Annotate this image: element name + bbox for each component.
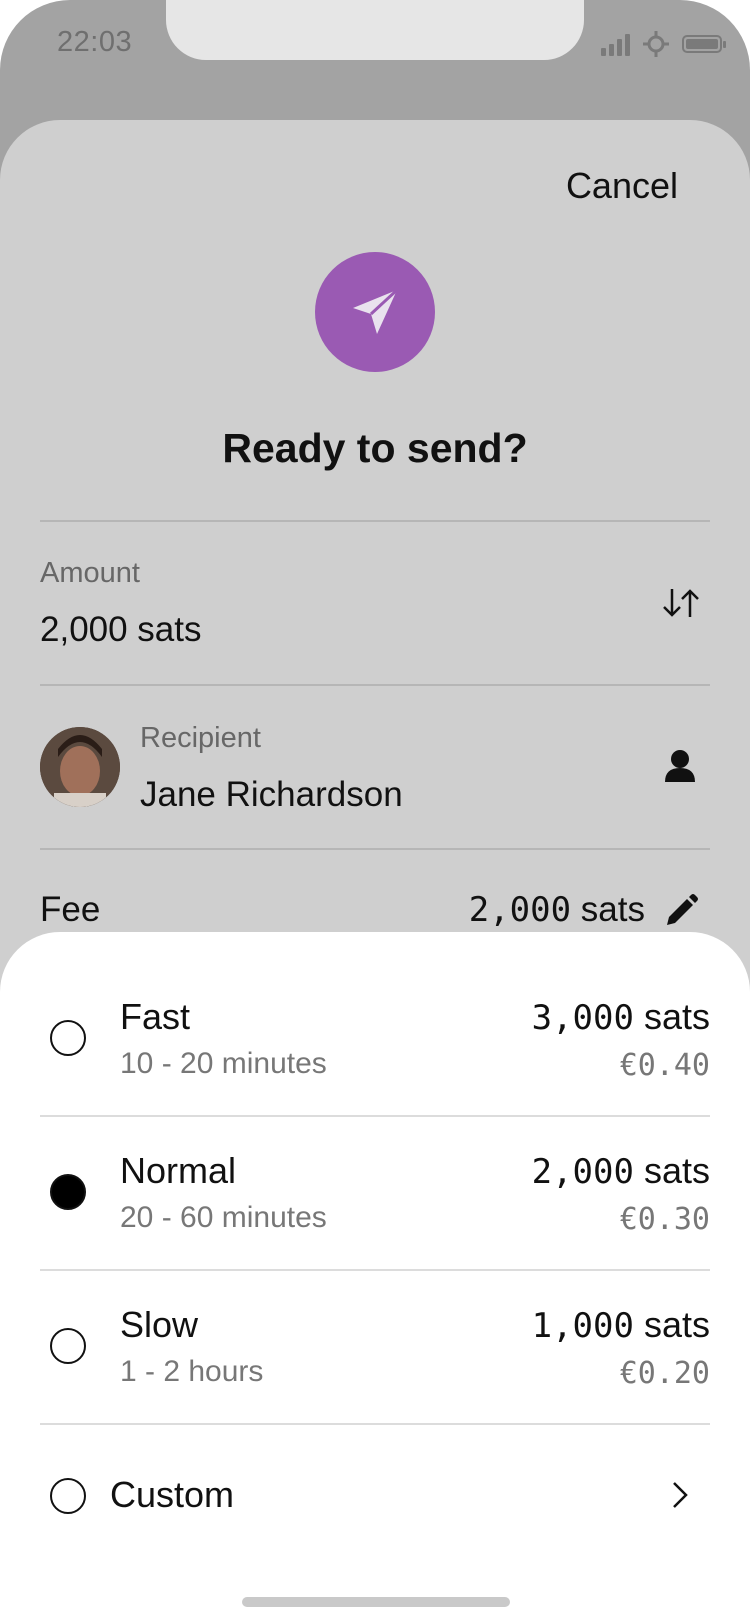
option-time: 20 - 60 minutes — [120, 1201, 327, 1234]
option-name: Fast — [120, 996, 191, 1037]
avatar — [40, 727, 120, 807]
cancel-button[interactable]: Cancel — [566, 165, 678, 207]
option-name: Custom — [110, 1474, 235, 1515]
recipient-label: Recipient — [140, 722, 261, 754]
option-sats-number: 3,000 — [531, 998, 634, 1038]
swap-icon[interactable] — [660, 585, 702, 621]
option-eur: €0.20 — [619, 1356, 710, 1391]
option-sats: 1,000 sats — [532, 1304, 710, 1346]
location-icon — [643, 31, 669, 57]
option-name: Slow — [120, 1304, 199, 1345]
divider — [40, 848, 710, 850]
fee-option-custom[interactable]: Custom — [0, 1424, 750, 1554]
chevron-right-icon[interactable] — [670, 1479, 690, 1511]
option-sats-unit: sats — [643, 1150, 710, 1191]
option-name: Normal — [120, 1150, 237, 1191]
amount-label: Amount — [40, 557, 140, 589]
status-icons — [601, 30, 726, 58]
divider — [40, 1269, 710, 1271]
send-icon — [353, 288, 399, 334]
send-badge — [315, 252, 435, 372]
option-sats-number: 1,000 — [531, 1306, 634, 1346]
option-sats-unit: sats — [643, 1304, 710, 1345]
radio-button[interactable] — [50, 1328, 86, 1364]
radio-button[interactable] — [50, 1478, 86, 1514]
fee-options-sheet: Fast 10 - 20 minutes 3,000 sats €0.40 No… — [0, 932, 750, 1624]
fee-value-unit: sats — [580, 890, 645, 929]
divider — [40, 1115, 710, 1117]
fee-label: Fee — [40, 890, 101, 929]
option-eur: €0.30 — [619, 1202, 710, 1237]
fee-value-number: 2,000 — [468, 890, 572, 930]
recipient-name: Jane Richardson — [140, 775, 403, 814]
person-icon[interactable] — [663, 748, 697, 784]
option-eur: €0.40 — [619, 1048, 710, 1083]
phone-frame: 22:03 Cancel Ready to send? Amount 2,000… — [0, 0, 750, 1624]
radio-button[interactable] — [50, 1020, 86, 1056]
amount-value: 2,000 sats — [40, 610, 202, 649]
divider — [40, 684, 710, 686]
option-sats-number: 2,000 — [531, 1152, 634, 1192]
page-title: Ready to send? — [222, 425, 528, 471]
option-sats: 2,000 sats — [532, 1150, 710, 1192]
status-time: 22:03 — [57, 26, 133, 58]
signal-icon — [601, 32, 630, 56]
option-sats-unit: sats — [643, 996, 710, 1037]
divider — [40, 520, 710, 522]
option-time: 10 - 20 minutes — [120, 1047, 327, 1080]
home-indicator — [242, 1597, 510, 1607]
battery-icon — [682, 35, 726, 53]
fee-value: 2,000 sats — [469, 890, 645, 930]
pencil-icon[interactable] — [663, 893, 699, 929]
option-sats: 3,000 sats — [532, 996, 710, 1038]
option-time: 1 - 2 hours — [120, 1355, 264, 1388]
radio-button-selected[interactable] — [50, 1174, 86, 1210]
notch — [166, 0, 584, 60]
